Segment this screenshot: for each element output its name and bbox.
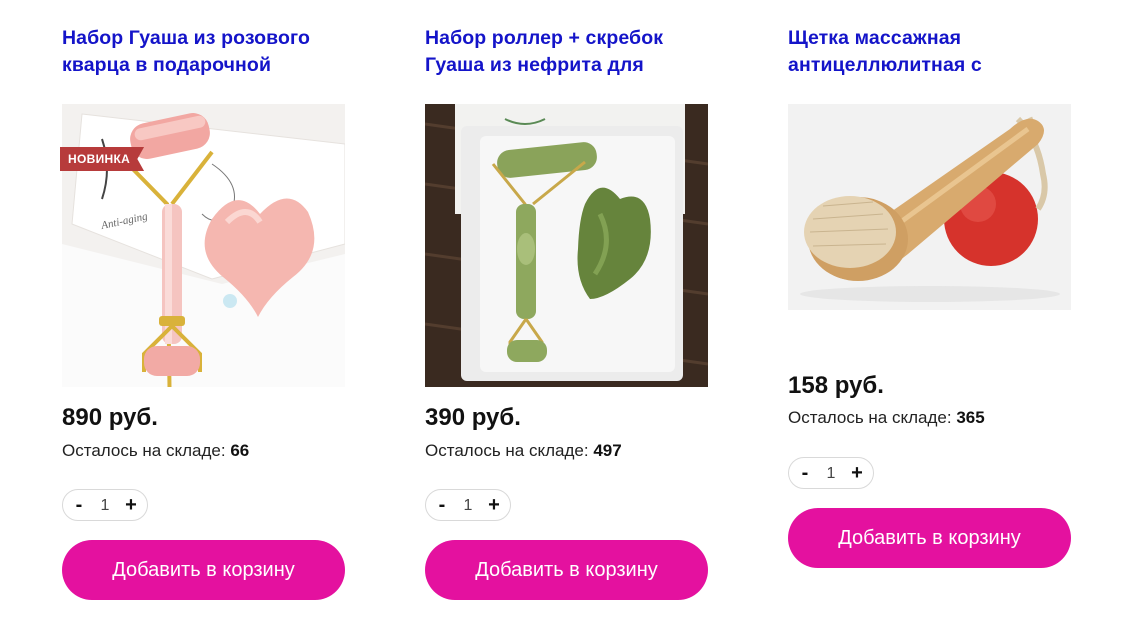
decrease-quantity-button[interactable]: - [65, 490, 93, 520]
product-title-link[interactable]: Набор Гуаша из розового кварца в подароч… [62, 25, 352, 81]
increase-quantity-button[interactable]: + [480, 490, 508, 520]
stock-info: Осталось на складе: 365 [788, 408, 985, 428]
product-image[interactable] [425, 104, 708, 387]
add-to-cart-button[interactable]: Добавить в корзину [425, 540, 708, 600]
wooden-massage-brush-photo [788, 104, 1071, 310]
product-image[interactable]: Anti-aging [62, 104, 345, 387]
add-to-cart-button[interactable]: Добавить в корзину [62, 540, 345, 600]
product-image[interactable] [788, 104, 1071, 310]
increase-quantity-button[interactable]: + [843, 458, 871, 488]
quantity-input[interactable] [456, 490, 480, 520]
stock-value: 365 [956, 408, 985, 427]
product-title-link[interactable]: Набор роллер + скребок Гуаша из нефрита … [425, 25, 715, 81]
decrease-quantity-button[interactable]: - [791, 458, 819, 488]
product-price: 390 руб. [425, 404, 521, 431]
product-title-link[interactable]: Щетка массажная антицеллюлитная с [788, 25, 1078, 81]
stock-label: Осталось на складе: [425, 441, 589, 460]
stock-value: 66 [230, 441, 250, 460]
product-price: 158 руб. [788, 372, 884, 399]
increase-quantity-button[interactable]: + [117, 490, 145, 520]
add-to-cart-button[interactable]: Добавить в корзину [788, 508, 1071, 568]
jade-roller-gua-sha-photo [425, 104, 708, 387]
quantity-stepper: - + [425, 489, 511, 521]
quantity-stepper: - + [788, 457, 874, 489]
decrease-quantity-button[interactable]: - [428, 490, 456, 520]
quantity-input[interactable] [819, 458, 843, 488]
stock-label: Осталось на складе: [62, 441, 226, 460]
stock-value: 497 [593, 441, 622, 460]
rose-quartz-roller-gua-sha-photo: Anti-aging [62, 104, 345, 387]
stock-label: Осталось на складе: [788, 408, 952, 427]
stock-info: Осталось на складе: 66 [62, 441, 249, 461]
new-badge: НОВИНКА [60, 147, 145, 171]
quantity-stepper: - + [62, 489, 148, 521]
product-price: 890 руб. [62, 404, 158, 431]
quantity-input[interactable] [93, 490, 117, 520]
stock-info: Осталось на складе: 497 [425, 441, 622, 461]
